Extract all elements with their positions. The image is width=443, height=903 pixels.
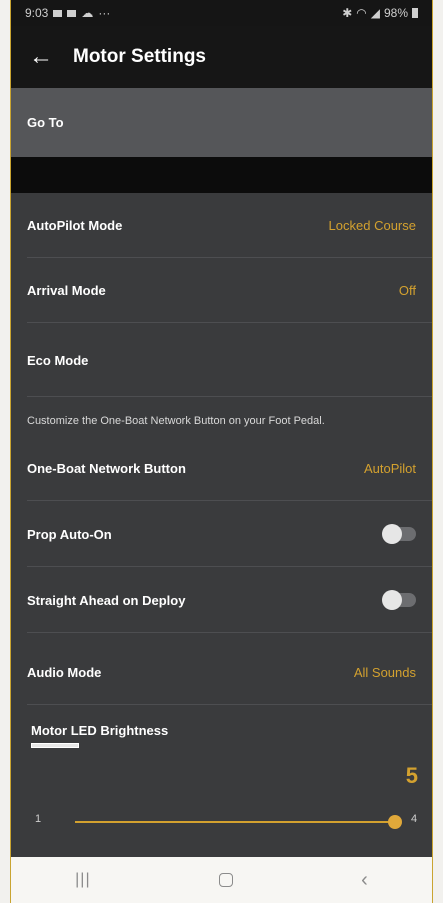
gallery-notification-icon bbox=[53, 9, 63, 17]
section-divider bbox=[11, 157, 432, 193]
arrival-mode-row[interactable]: Arrival Mode Off bbox=[11, 258, 432, 322]
toggle-knob bbox=[382, 524, 402, 544]
straight-ahead-label: Straight Ahead on Deploy bbox=[27, 592, 186, 608]
one-boat-network-label: One-Boat Network Button bbox=[27, 460, 186, 476]
straight-ahead-row: Straight Ahead on Deploy bbox=[11, 568, 432, 632]
autopilot-mode-value: Locked Course bbox=[328, 217, 416, 233]
signal-icon: ◢ bbox=[370, 6, 380, 20]
goto-label: Go To bbox=[27, 115, 64, 130]
prop-auto-on-row: Prop Auto-On bbox=[11, 502, 432, 566]
divider bbox=[27, 396, 432, 397]
led-brightness-label: Motor LED Brightness bbox=[31, 723, 169, 738]
divider bbox=[27, 704, 432, 705]
straight-ahead-toggle[interactable] bbox=[382, 590, 416, 610]
recents-icon[interactable]: ||| bbox=[75, 871, 90, 889]
divider bbox=[27, 322, 432, 323]
wifi-icon: ◠ bbox=[356, 6, 367, 20]
autopilot-mode-row[interactable]: AutoPilot Mode Locked Course bbox=[11, 193, 432, 257]
led-brightness-indicator bbox=[31, 743, 79, 748]
brightness-slider-track[interactable] bbox=[75, 821, 393, 823]
more-notifications-icon: ··· bbox=[98, 6, 111, 20]
status-bar: 9:03 ☁ ··· ✱ ◠ ◢ 98% bbox=[11, 0, 432, 26]
arrival-mode-label: Arrival Mode bbox=[27, 282, 106, 298]
app-screen: 9:03 ☁ ··· ✱ ◠ ◢ 98% ← Motor Settings Go… bbox=[10, 0, 433, 903]
page-title: Motor Settings bbox=[73, 46, 206, 67]
eco-mode-row[interactable]: Eco Mode bbox=[11, 328, 432, 392]
home-icon[interactable] bbox=[218, 873, 233, 887]
audio-mode-row[interactable]: Audio Mode All Sounds bbox=[11, 640, 432, 704]
arrival-mode-value: Off bbox=[398, 282, 416, 298]
prop-auto-on-label: Prop Auto-On bbox=[27, 526, 112, 542]
audio-mode-value: All Sounds bbox=[353, 664, 416, 680]
foot-pedal-hint: Customize the One-Boat Network Button on… bbox=[27, 415, 325, 427]
battery-icon bbox=[412, 8, 418, 18]
eco-mode-label: Eco Mode bbox=[27, 352, 89, 368]
one-boat-network-row[interactable]: One-Boat Network Button AutoPilot bbox=[11, 436, 432, 500]
autopilot-mode-label: AutoPilot Mode bbox=[27, 217, 123, 233]
message-notification-icon bbox=[67, 9, 77, 17]
app-bar: ← Motor Settings bbox=[11, 26, 432, 88]
prop-auto-on-toggle[interactable] bbox=[382, 524, 416, 544]
audio-mode-label: Audio Mode bbox=[27, 664, 102, 680]
divider bbox=[27, 566, 432, 567]
toggle-knob bbox=[382, 590, 402, 610]
status-time: 9:03 bbox=[25, 6, 49, 20]
led-brightness-fill bbox=[32, 744, 78, 747]
arrow-left-icon: ← bbox=[29, 43, 53, 70]
bluetooth-icon: ✱ bbox=[342, 6, 353, 20]
divider bbox=[27, 500, 432, 501]
slider-min-label: 1 bbox=[35, 813, 42, 825]
system-nav-bar: ||| ‹ bbox=[11, 857, 432, 903]
brightness-slider-thumb[interactable] bbox=[388, 815, 402, 829]
led-brightness-value: 5 bbox=[405, 763, 418, 788]
chevron-left-icon[interactable]: ‹ bbox=[361, 869, 368, 892]
divider bbox=[27, 632, 432, 633]
battery-percent: 98% bbox=[383, 6, 408, 20]
back-button[interactable]: ← bbox=[11, 26, 71, 88]
slider-max-label: 4 bbox=[411, 813, 418, 825]
one-boat-network-value: AutoPilot bbox=[363, 460, 416, 476]
goto-row[interactable]: Go To bbox=[11, 88, 432, 157]
cloud-notification-icon: ☁ bbox=[81, 6, 94, 20]
